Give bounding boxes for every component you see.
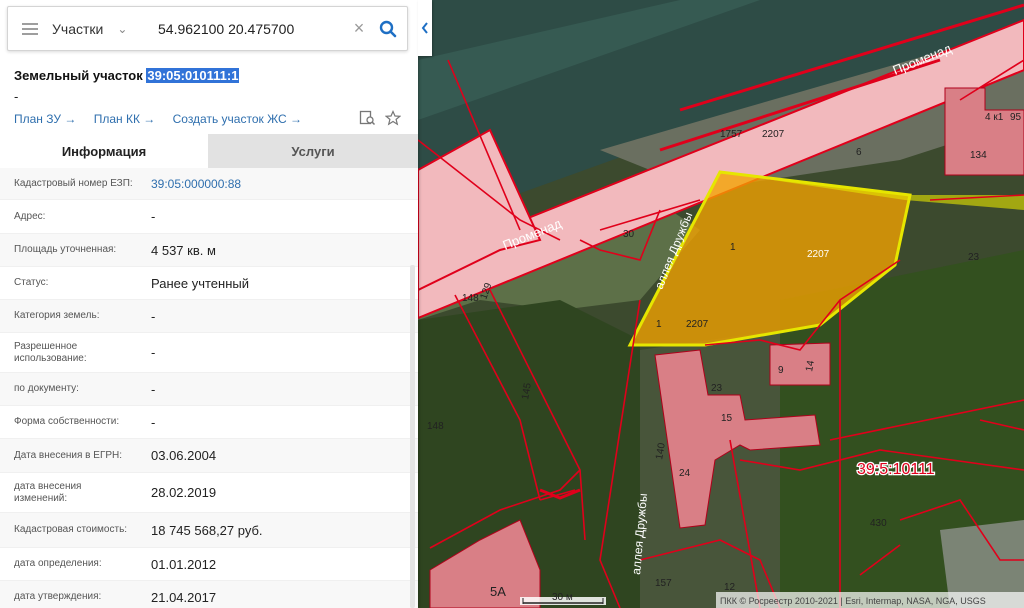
label-148-b: 148 [427, 421, 444, 432]
table-row: Адрес: - [0, 200, 418, 234]
row-label: дата внесения изменений: [14, 480, 82, 504]
label-5a: 5А [490, 584, 506, 599]
hamburger-icon [22, 22, 38, 35]
label-157: 157 [655, 578, 672, 589]
label-15: 15 [721, 413, 733, 424]
menu-button[interactable] [8, 7, 52, 50]
table-row: Площадь уточненная: 4 537 кв. м [0, 234, 418, 267]
label-148-a: 148 [462, 293, 479, 304]
table-row: Дата внесения в ЕГРН: 03.06.2004 [0, 439, 418, 473]
row-value: 03.06.2004 [151, 448, 217, 463]
search-button[interactable] [370, 7, 406, 50]
row-label: Категория земель: [14, 310, 100, 321]
tabs: Информация Услуги [0, 134, 418, 168]
label-1757: 1757 [720, 129, 743, 140]
label-4k1: 4 к1 [985, 112, 1004, 123]
row-value: 4 537 кв. м [151, 242, 216, 258]
search-input[interactable] [152, 7, 348, 50]
row-label: дата определения: [14, 558, 102, 569]
search-type-select[interactable]: Участки ⌄ [52, 7, 152, 50]
parcel-subtitle: - [14, 89, 19, 104]
row-label: Кадастровый номер ЕЗП: [14, 177, 133, 189]
label-134: 134 [970, 150, 987, 161]
row-label: Статус: [14, 277, 49, 288]
row-value: - [151, 381, 156, 397]
label-24: 24 [679, 468, 691, 479]
attribution-text: ПКК © Росреестр 2010-2021 | Esri, Interm… [720, 596, 986, 606]
label-1-b: 1 [656, 319, 662, 330]
row-label: Кадастровая стоимость: [14, 524, 128, 535]
table-row: по документу: - [0, 373, 418, 406]
search-icon [379, 20, 397, 37]
tab-info[interactable]: Информация [0, 134, 208, 168]
row-value[interactable]: 39:05:000000:88 [137, 177, 241, 191]
row-value: - [151, 414, 156, 430]
table-row: Кадастровый номер ЕЗП: 39:05:000000:88 [0, 168, 418, 200]
parcel-cadastral-number[interactable]: 39:05:010111:1 [146, 68, 240, 83]
label-9: 9 [778, 365, 784, 376]
row-value: - [151, 209, 156, 224]
scale-label: 30 м [552, 592, 573, 603]
label-30: 30 [623, 229, 635, 240]
info-panel: Участки ⌄ × Земельный участок 39:05:0101… [0, 0, 418, 608]
label-2207-c: 2207 [686, 319, 709, 330]
table-row: Статус: Ранее учтенный [0, 267, 418, 300]
create-zhs-link[interactable]: Создать участок ЖС → [173, 112, 302, 126]
table-row: Форма собственности: - [0, 406, 418, 439]
attribution[interactable]: ПКК © Росреестр 2010-2021 | Esri, Interm… [716, 592, 1024, 608]
label-cadastre-block: 39:5:10111 [857, 461, 935, 478]
label-430: 430 [870, 518, 887, 529]
row-value: - [151, 345, 156, 360]
table-row: Разрешенное использование: - [0, 333, 418, 373]
parcel-title: Земельный участок 39:05:010111:1 [14, 68, 240, 83]
label-23-a: 23 [968, 252, 980, 263]
table-row: Кадастровая стоимость: 18 745 568,27 руб… [0, 513, 418, 548]
report-search-icon[interactable] [359, 110, 376, 126]
table-row: дата утверждения: 21.04.2017 [0, 581, 418, 608]
row-value: 28.02.2019 [151, 485, 217, 500]
search-bar: Участки ⌄ × [7, 6, 408, 51]
action-links: План ЗУ → План КК → Создать участок ЖС → [14, 112, 316, 126]
row-label: дата утверждения: [14, 591, 102, 602]
chevron-left-icon [421, 22, 428, 34]
favorite-star-icon[interactable] [385, 110, 401, 126]
row-value: - [151, 308, 156, 324]
table-row: Категория земель: - [0, 300, 418, 333]
row-value: 21.04.2017 [151, 589, 217, 605]
label-6: 6 [856, 147, 862, 158]
row-value: 01.01.2012 [151, 556, 217, 572]
scrollbar[interactable] [410, 265, 415, 608]
label-2207-a: 2207 [762, 129, 785, 140]
label-95: 95 [1010, 112, 1022, 123]
plan-zu-link[interactable]: План ЗУ → [14, 112, 76, 126]
label-12: 12 [724, 582, 736, 593]
tab-services[interactable]: Услуги [208, 134, 418, 168]
attribute-table: Кадастровый номер ЕЗП: 39:05:000000:88 А… [0, 168, 418, 608]
collapse-panel-button[interactable] [418, 0, 432, 56]
table-row: дата определения: 01.01.2012 [0, 548, 418, 581]
plan-kk-link[interactable]: План КК → [94, 112, 156, 126]
row-label: Разрешенное использование: [14, 340, 87, 364]
search-type-label: Участки [52, 20, 104, 37]
label-1-a: 1 [730, 242, 736, 253]
row-label: Дата внесения в ЕГРН: [14, 449, 123, 461]
row-label: Адрес: [14, 210, 46, 222]
label-23-b: 23 [711, 383, 723, 394]
table-row: дата внесения изменений: 28.02.2019 [0, 473, 418, 513]
label-2207-b: 2207 [807, 249, 830, 260]
row-value: Ранее учтенный [151, 275, 249, 291]
parcel-title-prefix: Земельный участок [14, 68, 147, 83]
clear-icon[interactable]: × [348, 18, 370, 39]
row-label: Форма собственности: [14, 416, 120, 427]
row-value: 18 745 568,27 руб. [151, 522, 263, 538]
row-label: по документу: [14, 383, 79, 394]
app-root: Променад Променад аллея Дружбы аллея Дру… [0, 0, 1024, 608]
chevron-down-icon: ⌄ [117, 21, 128, 36]
row-label: Площадь уточненная: [14, 244, 117, 255]
